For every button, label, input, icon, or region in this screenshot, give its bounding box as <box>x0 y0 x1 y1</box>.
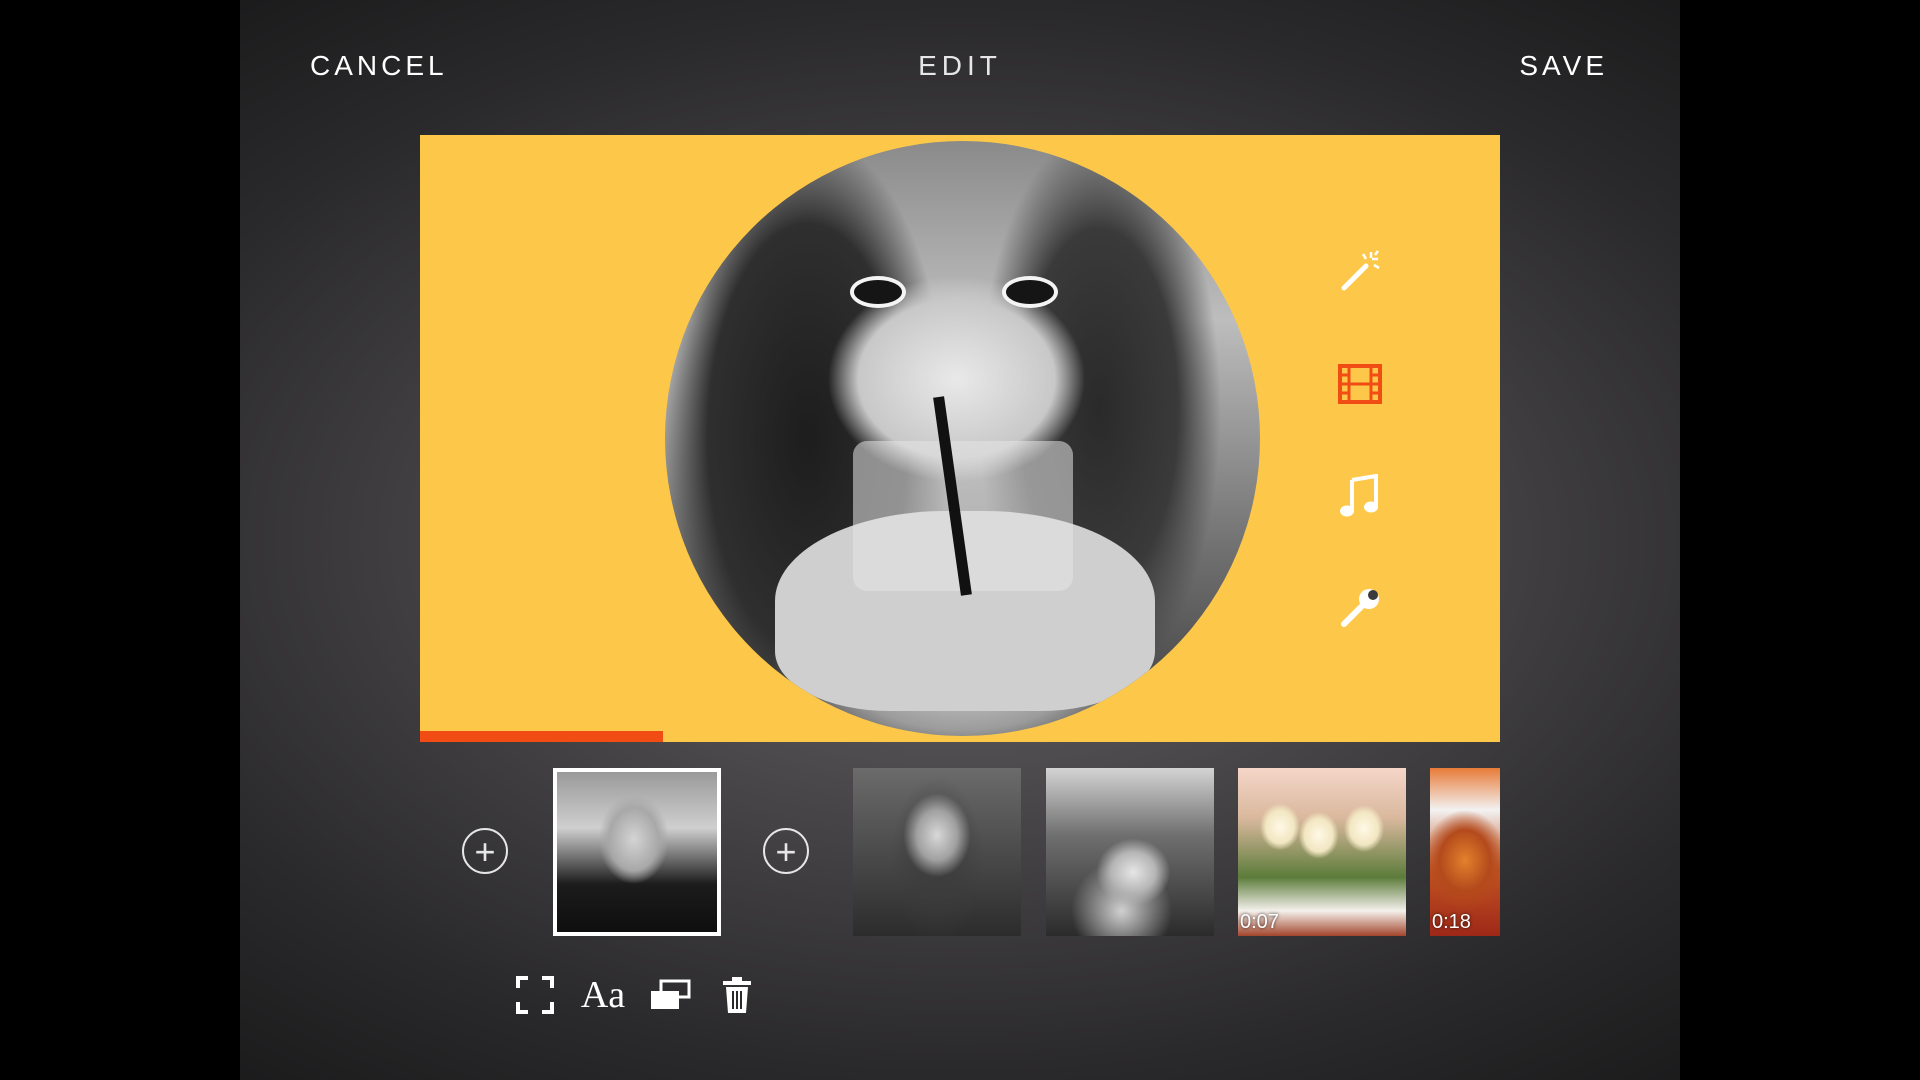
timeline-clip[interactable] <box>1046 768 1214 936</box>
save-button[interactable]: SAVE <box>1519 50 1608 82</box>
text-style-icon[interactable]: Aa <box>580 972 626 1018</box>
add-clip-after-button[interactable]: + <box>763 828 809 874</box>
timeline-clip[interactable] <box>853 768 1021 936</box>
timeline-clip[interactable]: 0:18 <box>1430 768 1500 936</box>
film-strip-icon[interactable] <box>1330 354 1390 414</box>
playback-progress-bar[interactable] <box>420 731 663 742</box>
editor-screen: CANCEL EDIT SAVE + + 0:07 0:18 Aa <box>240 0 1680 1080</box>
page-title: EDIT <box>918 50 1002 81</box>
video-preview[interactable] <box>420 135 1500 742</box>
timeline-clip[interactable] <box>553 768 721 936</box>
layers-icon[interactable] <box>647 972 693 1018</box>
magic-wand-icon[interactable] <box>1330 240 1390 300</box>
clip-duration: 0:07 <box>1240 911 1279 933</box>
add-clip-before-button[interactable]: + <box>462 828 508 874</box>
trash-icon[interactable] <box>714 972 760 1018</box>
circle-photo-frame <box>665 141 1260 736</box>
clip-duration: 0:18 <box>1432 911 1471 933</box>
music-note-icon[interactable] <box>1330 466 1390 526</box>
timeline-clip[interactable]: 0:07 <box>1238 768 1406 936</box>
wrench-icon[interactable] <box>1330 578 1390 638</box>
left-eye-shape <box>850 276 906 308</box>
crop-icon[interactable] <box>512 972 558 1018</box>
right-eye-shape <box>1002 276 1058 308</box>
